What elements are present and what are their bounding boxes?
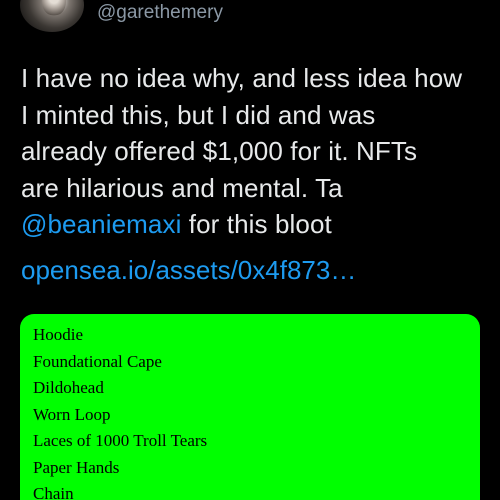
opensea-link[interactable]: opensea.io/assets/0x4f873… [21, 252, 356, 288]
nft-item: Dildohead [33, 378, 104, 397]
nft-item-list: Hoodie Foundational Cape Dildohead Worn … [33, 322, 207, 500]
author-handle[interactable]: @garethemery [97, 1, 223, 25]
mention-link[interactable]: @beaniemaxi [21, 209, 181, 239]
nft-item: Hoodie [33, 325, 84, 344]
tweet-text-line: already offered $1,000 for it. NFTs [21, 136, 418, 166]
nft-item: Paper Hands [33, 457, 120, 477]
nft-image-card[interactable]: Hoodie Foundational Cape Dildohead Worn … [20, 314, 480, 500]
nft-item: Laces of 1000 Troll Tears [33, 431, 208, 450]
tweet-text-line: I minted this, but I did and was [21, 99, 376, 130]
nft-item: Chain [33, 484, 74, 500]
avatar[interactable] [20, 0, 84, 32]
nft-item: Worn Loop [33, 404, 111, 424]
tweet-text-line: are hilarious and mental. Ta [21, 172, 343, 203]
nft-item: Foundational Cape [33, 351, 162, 371]
tweet-text-line: @beaniemaxi for this bloot [21, 206, 481, 243]
tweet-text-line: I have no idea why, and less idea how [21, 63, 463, 93]
tweet: @garethemery I have no idea why, and les… [0, 0, 500, 500]
mention-suffix: for this bloot [181, 209, 332, 239]
tweet-text: I have no idea why, and less idea how I … [21, 60, 481, 243]
